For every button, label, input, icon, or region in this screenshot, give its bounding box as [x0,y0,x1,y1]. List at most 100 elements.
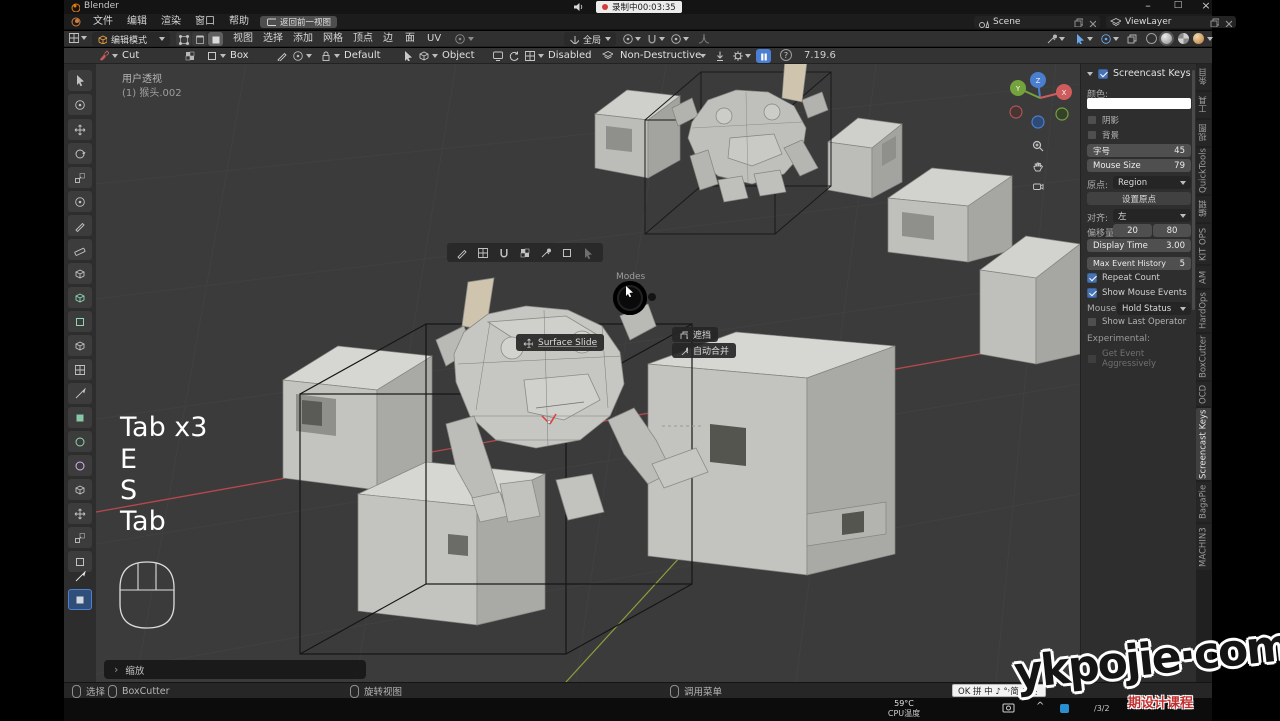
remove-viewlayer-icon[interactable] [1223,18,1232,27]
viewlayer-selector[interactable]: ViewLayer [1106,16,1236,28]
lock-icon[interactable] [320,50,331,61]
menu-render[interactable]: 渲染 [154,14,188,30]
behavior-cube-icon[interactable] [418,50,429,61]
tool-bevel[interactable] [68,335,92,356]
shape-caret[interactable] [220,54,226,58]
origin-caret[interactable] [306,54,312,58]
proportional-editing-toggle[interactable] [670,33,689,44]
shadow-row[interactable]: 阴影 [1087,114,1191,126]
mouse-dropdown[interactable]: Hold Status [1117,302,1191,315]
gear-caret[interactable] [745,54,751,58]
operation-caret[interactable] [700,54,706,58]
origin-dot-icon[interactable] [292,50,303,61]
font-size-slider[interactable]: 字号45 [1087,144,1191,157]
shape-label[interactable]: Box [230,50,249,61]
vertex-select-button[interactable] [176,32,191,46]
tool-knife[interactable] [68,383,92,404]
snap-face-icon[interactable] [519,247,531,259]
repeat-count-row[interactable]: Repeat Count [1087,273,1191,283]
display-monitor-icon[interactable] [492,50,503,61]
menu-window[interactable]: 窗口 [188,14,222,30]
get-event-row[interactable]: Get Event Aggressively [1087,349,1191,369]
tool-cursor[interactable] [68,94,92,115]
occlude-chip[interactable]: 遮挡 [672,327,718,342]
tool-shrink-fatten[interactable] [68,503,92,524]
tab-screencast-keys[interactable]: Screencast Keys [1196,408,1211,480]
copy-viewlayer-icon[interactable] [1209,17,1219,27]
orientation-dropdown[interactable]: 全局 [564,32,616,46]
annotate-pen-icon[interactable] [456,247,468,259]
color-swatch[interactable] [1087,98,1191,109]
tab-machin3[interactable]: MACHIN3 [1196,524,1211,570]
menu-uv[interactable]: UV [420,31,448,47]
tool-loop-cut[interactable] [68,359,92,380]
shape-square-icon[interactable] [206,50,217,61]
mode-lock-label[interactable]: Default [344,50,381,61]
shading-material-button[interactable] [1178,33,1189,44]
checker-pattern-icon[interactable] [184,50,195,61]
tool-extrude[interactable] [68,287,92,308]
eyedropper-icon[interactable] [540,247,552,259]
maximize-button[interactable]: □ [1166,0,1190,10]
floating-toolbar[interactable] [447,243,603,262]
tool-shear[interactable] [68,527,92,548]
overlays-toggle[interactable] [1100,33,1119,44]
editor-type-button[interactable] [68,32,87,43]
auto-merge-chip[interactable]: 自动合并 [672,343,736,358]
tool-measure[interactable] [68,239,92,260]
proportional-falloff-icon[interactable] [698,33,709,44]
behavior-label[interactable]: Object [442,50,475,61]
tool-annotate[interactable] [68,215,92,236]
menu-select[interactable]: 选择 [256,31,290,47]
operation-label[interactable]: Non-Destructive [620,50,701,61]
tab-kit-ops[interactable]: KIT OPS [1196,224,1211,264]
draw-pen-icon[interactable] [276,50,287,61]
menu-file[interactable]: 文件 [86,14,120,30]
panel-header[interactable]: Screencast Keys [1087,68,1191,79]
pivot-label[interactable]: Disabled [548,50,591,61]
show-last-operator-checkbox[interactable] [1087,317,1097,327]
snap-magnet-toggle[interactable] [646,33,665,44]
shadow-checkbox[interactable] [1087,115,1097,125]
pivot-caret[interactable] [538,54,544,58]
menu-edit[interactable]: 编辑 [120,14,154,30]
menu-view[interactable]: 视图 [226,31,260,47]
shading-solid-button[interactable] [1161,33,1172,44]
operation-layers-icon[interactable] [602,50,613,61]
shading-rendered-button[interactable] [1193,33,1204,44]
tool-spin[interactable] [68,431,92,452]
close-button[interactable]: × [1194,0,1218,12]
tool-edge-slide[interactable] [68,479,92,500]
show-mouse-events-row[interactable]: Show Mouse Events [1087,288,1191,298]
collapse-caret-icon[interactable] [1087,72,1093,76]
snap-target-dropdown[interactable] [622,33,641,44]
tray-blue-app-icon[interactable] [1060,704,1069,713]
tab-quicktools[interactable]: QuickTools [1196,148,1211,194]
blender-menu-logo-icon[interactable] [70,16,82,28]
tab-boxcutter[interactable]: BoxCutter [1196,334,1211,380]
sort-dots-icon[interactable] [524,50,535,61]
behavior-caret[interactable] [432,54,438,58]
mouse-size-slider[interactable]: Mouse Size79 [1087,159,1191,172]
show-mouse-events-checkbox[interactable] [1087,288,1097,298]
tool-move[interactable] [68,119,92,140]
copy-scene-icon[interactable] [1073,17,1083,27]
tab-tool[interactable]: 工具 [1196,92,1211,118]
max-event-history-field[interactable]: Max Event History5 [1087,257,1191,270]
face-select-button[interactable] [208,32,223,46]
menu-help[interactable]: 帮助 [222,14,256,30]
settings-gear-icon[interactable] [732,50,743,61]
viewport-3d[interactable]: 用户透视 (1) 猴头.002 Modes Surface Slide 遮挡 自… [96,64,1080,682]
tab-view[interactable]: 视图 [1196,120,1211,146]
screencast-enable-checkbox[interactable] [1098,69,1108,79]
extra-arrow-icon[interactable] [582,247,594,259]
tool-add-cube[interactable] [68,263,92,284]
origin-dropdown[interactable]: Region [1113,176,1191,189]
tool-poly-build[interactable] [68,407,92,428]
shading-dropdown-caret[interactable] [1207,37,1213,41]
cut-brush-icon[interactable] [98,50,109,61]
tool-rotate[interactable] [68,143,92,164]
menu-mesh[interactable]: 网格 [316,31,350,47]
surface-slide-chip[interactable]: Surface Slide [516,334,604,351]
panel-scrollbar[interactable] [1192,70,1195,310]
